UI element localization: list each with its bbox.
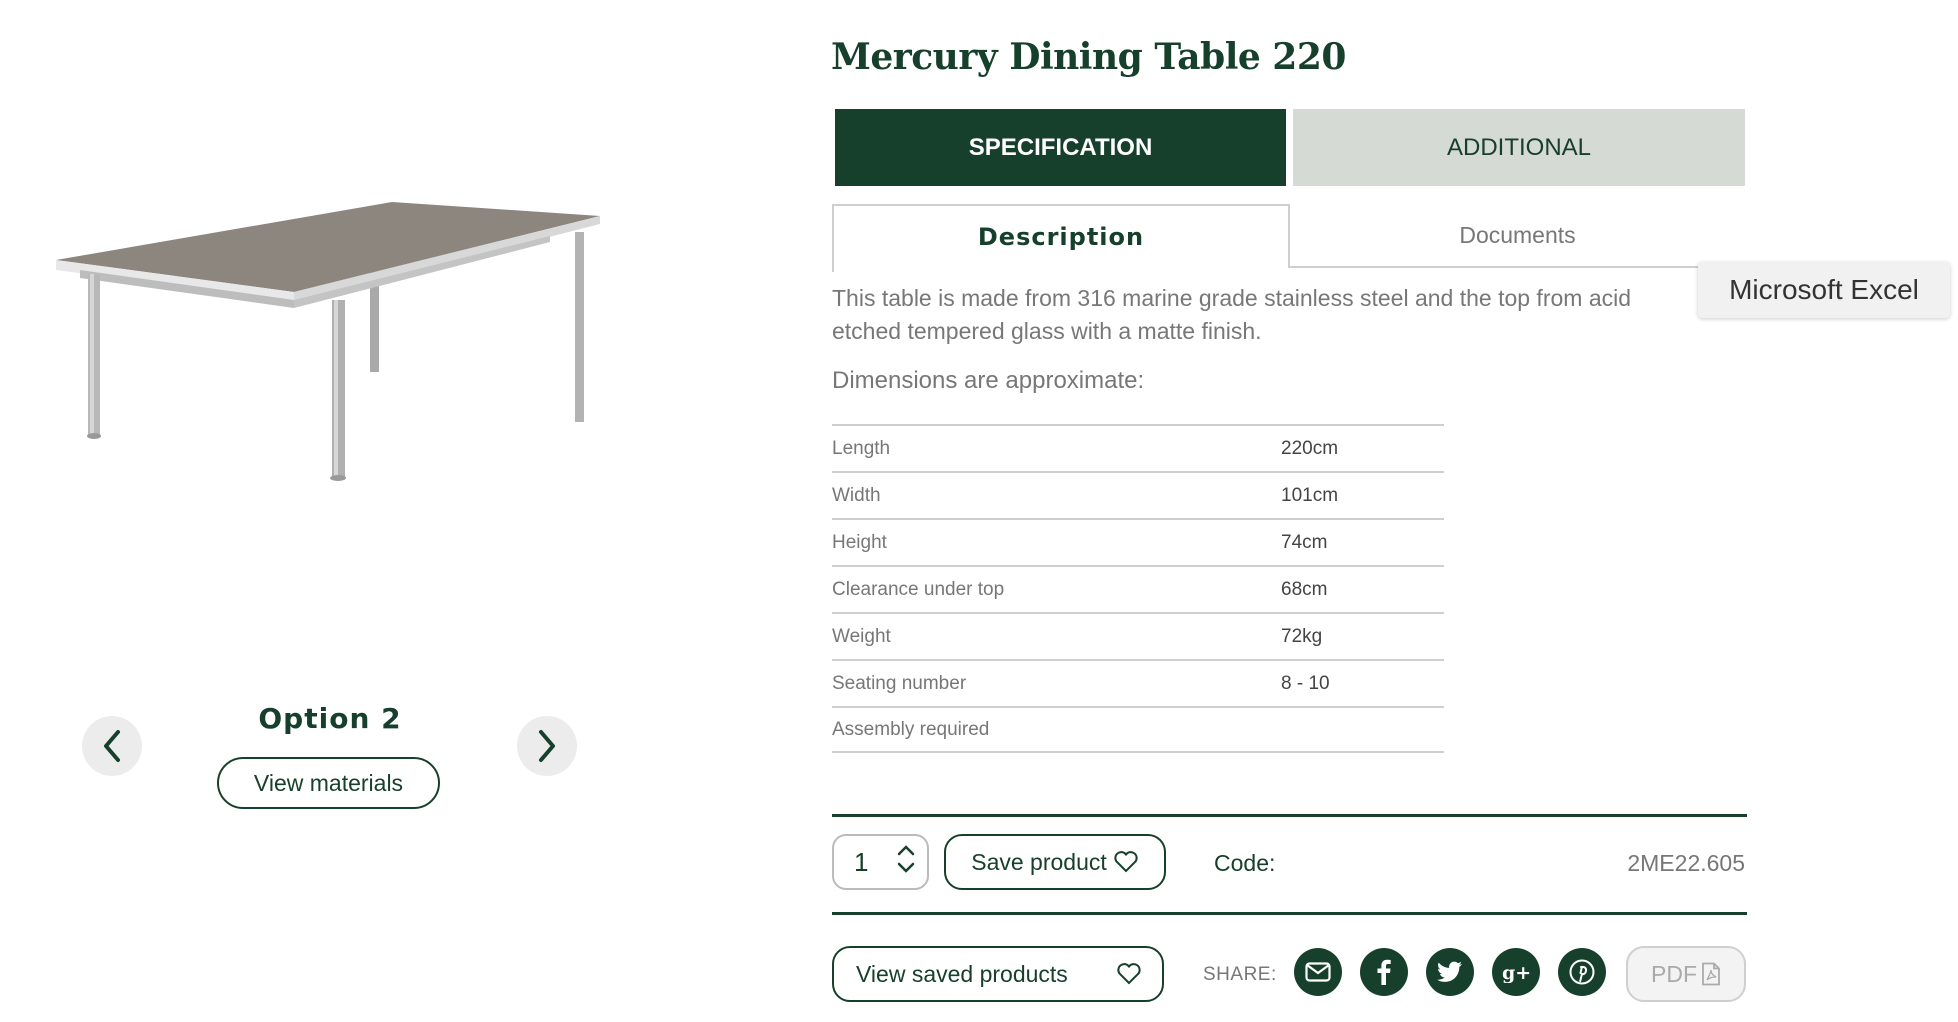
spec-value: 8 - 10: [1281, 672, 1330, 694]
share-twitter-button[interactable]: [1426, 948, 1474, 996]
spec-value: 72kg: [1281, 625, 1323, 647]
pdf-download-button[interactable]: PDF: [1626, 946, 1746, 1002]
view-saved-products-button[interactable]: View saved products: [832, 946, 1164, 1002]
pinterest-icon: [1569, 959, 1595, 985]
spec-label: Height: [832, 531, 887, 553]
view-materials-button[interactable]: View materials: [217, 757, 440, 809]
share-google-plus-button[interactable]: g+: [1492, 948, 1540, 996]
spec-label: Width: [832, 484, 881, 506]
chevron-up-icon[interactable]: [897, 844, 915, 856]
spec-value: 101cm: [1281, 484, 1339, 506]
divider: [832, 912, 1747, 915]
facebook-icon: [1377, 959, 1391, 985]
quantity-stepper[interactable]: 1: [832, 834, 929, 890]
sub-tabs: Description Documents: [832, 204, 1745, 272]
spec-value: 74cm: [1281, 531, 1328, 553]
next-option-button[interactable]: [517, 716, 577, 776]
spec-label: Clearance under top: [832, 578, 1005, 600]
spec-value: 68cm: [1281, 578, 1328, 600]
tab-documents[interactable]: Documents: [1290, 204, 1745, 268]
table-illustration: [56, 202, 600, 481]
table-row: Seating number 8 - 10: [832, 659, 1444, 706]
code-label: Code:: [1214, 850, 1276, 876]
dimensions-heading: Dimensions are approximate:: [832, 367, 1145, 394]
save-product-label: Save product: [971, 848, 1107, 875]
tab-additional[interactable]: ADDITIONAL: [1293, 109, 1745, 186]
heart-icon: [1114, 851, 1138, 873]
heart-icon: [1117, 963, 1141, 985]
option-label: Option 2: [258, 702, 402, 735]
share-label: SHARE:: [1203, 964, 1277, 985]
pdf-label: PDF: [1651, 960, 1697, 987]
divider: [832, 814, 1747, 817]
save-product-button[interactable]: Save product: [944, 834, 1166, 890]
product-title: Mercury Dining Table 220: [831, 36, 1346, 78]
stepper-arrows[interactable]: [897, 844, 915, 874]
twitter-icon: [1437, 961, 1462, 982]
spec-label: Seating number: [832, 672, 967, 694]
code-value: 2ME22.605: [1627, 850, 1745, 876]
share-email-button[interactable]: [1294, 948, 1342, 996]
spec-value: 220cm: [1281, 437, 1339, 459]
description-text: This table is made from 316 marine grade…: [832, 285, 1632, 344]
tab-specification[interactable]: SPECIFICATION: [835, 109, 1286, 186]
table-row: Weight 72kg: [832, 612, 1444, 659]
tab-border: [832, 266, 834, 272]
email-icon: [1305, 962, 1331, 982]
google-plus-icon: g+: [1502, 962, 1530, 983]
tab-description[interactable]: Description: [832, 204, 1290, 268]
table-row: Width 101cm: [832, 471, 1444, 518]
view-saved-label: View saved products: [856, 960, 1068, 987]
table-row: Height 74cm: [832, 518, 1444, 565]
pdf-file-icon: [1702, 962, 1720, 986]
spec-label: Weight: [832, 625, 891, 647]
table-row: Length 220cm: [832, 424, 1444, 471]
svg-text:g+: g+: [1502, 962, 1530, 983]
quantity-value: 1: [854, 846, 869, 877]
spec-table: Length 220cm Width 101cm Height 74cm Cle…: [832, 424, 1444, 753]
table-row: Clearance under top 68cm: [832, 565, 1444, 612]
chevron-down-icon[interactable]: [897, 862, 915, 874]
table-row: Assembly required: [832, 706, 1444, 753]
product-image: [40, 150, 620, 550]
chevron-right-icon: [539, 730, 555, 762]
spec-label: Assembly required: [832, 718, 990, 740]
tooltip: Microsoft Excel: [1698, 262, 1950, 318]
share-facebook-button[interactable]: [1360, 948, 1408, 996]
share-pinterest-button[interactable]: [1558, 948, 1606, 996]
spec-label: Length: [832, 437, 891, 459]
option-carousel: Option 2 View materials: [80, 690, 580, 820]
